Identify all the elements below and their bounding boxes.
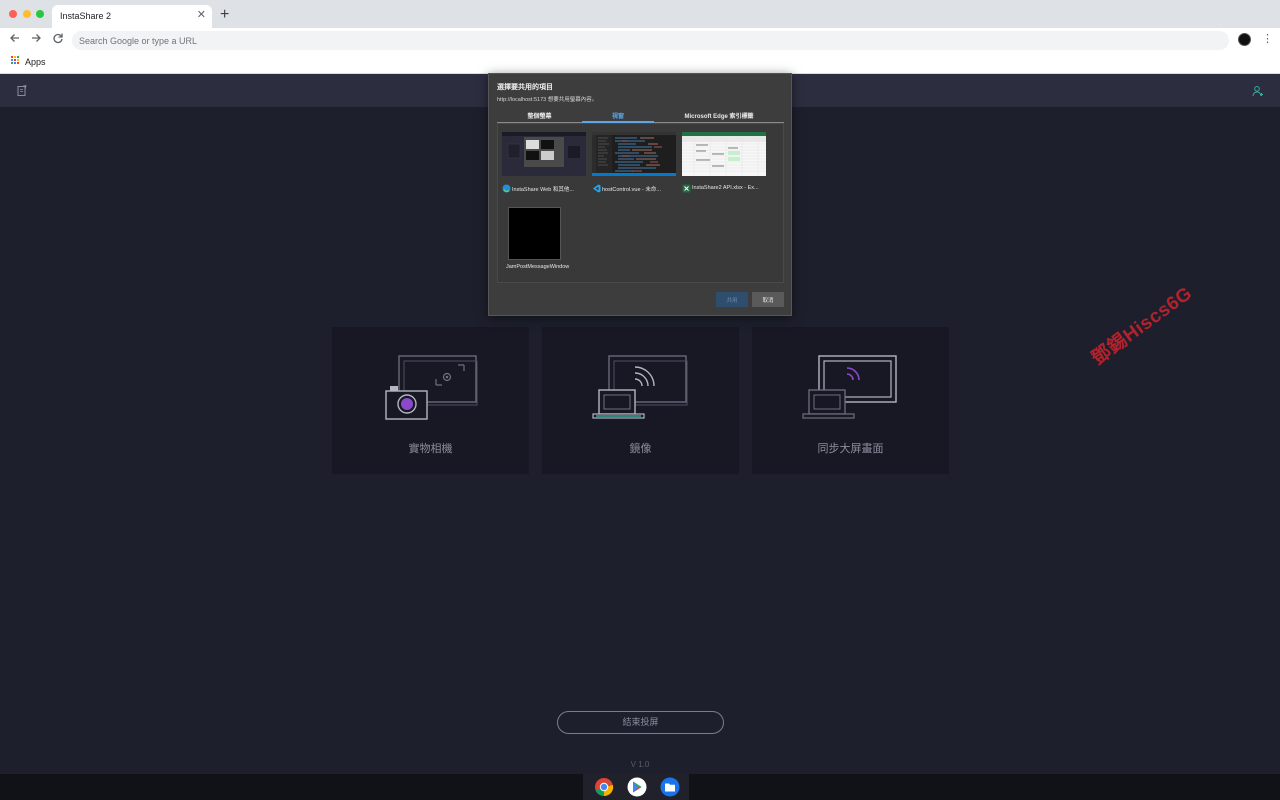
- user-add-icon[interactable]: [1252, 84, 1264, 102]
- card-label: 鏡像: [629, 443, 652, 455]
- sync-screen-icon: [802, 353, 902, 428]
- sync-screen-card[interactable]: 同步大屏畫面: [752, 327, 949, 474]
- address-bar[interactable]: Search Google or type a URL: [72, 31, 1229, 50]
- edge-browser-icon: [502, 184, 511, 193]
- screen-share-dialog: 選擇要共用的項目 http://localhost:5173 想要共用螢幕內容。…: [488, 73, 792, 316]
- window-label: InstaShare2 API.xlsx - Ex...: [692, 185, 759, 191]
- share-button[interactable]: 共用: [716, 292, 748, 307]
- files-icon[interactable]: [660, 777, 680, 797]
- document-camera-card[interactable]: 實物相機: [332, 327, 529, 474]
- window-thumbnail: [502, 132, 586, 176]
- window-label[interactable]: JamPostMessageWindow: [506, 264, 569, 270]
- apps-grid-icon[interactable]: [11, 56, 20, 65]
- card-label: 實物相機: [408, 443, 453, 455]
- bookmark-apps[interactable]: Apps: [25, 57, 46, 67]
- card-label: 同步大屏畫面: [817, 443, 884, 455]
- document-icon[interactable]: [17, 84, 27, 102]
- end-projection-button[interactable]: 結束投屏: [557, 711, 724, 734]
- tab-close-icon[interactable]: ✕: [197, 9, 206, 21]
- reload-icon[interactable]: [50, 32, 66, 48]
- close-window-button[interactable]: [9, 10, 17, 18]
- cancel-button[interactable]: 取消: [752, 292, 784, 307]
- version-label: V 1.0: [630, 760, 650, 769]
- tab-title: InstaShare 2: [60, 11, 112, 21]
- browser-toolbar: Search Google or type a URL ⋮: [0, 28, 1280, 53]
- minimize-window-button[interactable]: [23, 10, 31, 18]
- window-label: hostControl.vue - 未命...: [602, 187, 661, 193]
- screen-mirror-card[interactable]: 鏡像: [542, 327, 739, 474]
- screen-mirror-icon: [592, 353, 692, 428]
- dialog-subtitle: http://localhost:5173 想要共用螢幕內容。: [497, 97, 598, 103]
- document-camera-icon: [382, 353, 482, 428]
- watermark: 鄧錫Hiscs6G: [1088, 282, 1197, 370]
- dialog-title: 選擇要共用的項目: [497, 84, 553, 91]
- more-menu-icon[interactable]: ⋮: [1262, 33, 1273, 46]
- forward-arrow-icon[interactable]: [28, 32, 44, 48]
- chrome-icon[interactable]: [594, 777, 614, 797]
- play-store-icon[interactable]: [627, 777, 647, 797]
- window-label: InstaShare Web 和其他...: [512, 187, 574, 193]
- window-thumbnail: [682, 132, 766, 176]
- window-option-thumbnail[interactable]: [508, 207, 561, 260]
- excel-icon: [682, 184, 691, 193]
- maximize-window-button[interactable]: [36, 10, 44, 18]
- browser-tabstrip: InstaShare 2 ✕ +: [0, 0, 1280, 28]
- profile-avatar[interactable]: [1238, 33, 1251, 46]
- vscode-icon: [593, 184, 601, 193]
- window-thumbnail: [592, 132, 676, 176]
- browser-tab[interactable]: InstaShare 2 ✕: [52, 5, 212, 28]
- address-placeholder: Search Google or type a URL: [79, 36, 198, 46]
- back-arrow-icon[interactable]: [7, 32, 23, 48]
- bookmarks-bar: [0, 53, 1280, 74]
- new-tab-button[interactable]: +: [220, 7, 229, 23]
